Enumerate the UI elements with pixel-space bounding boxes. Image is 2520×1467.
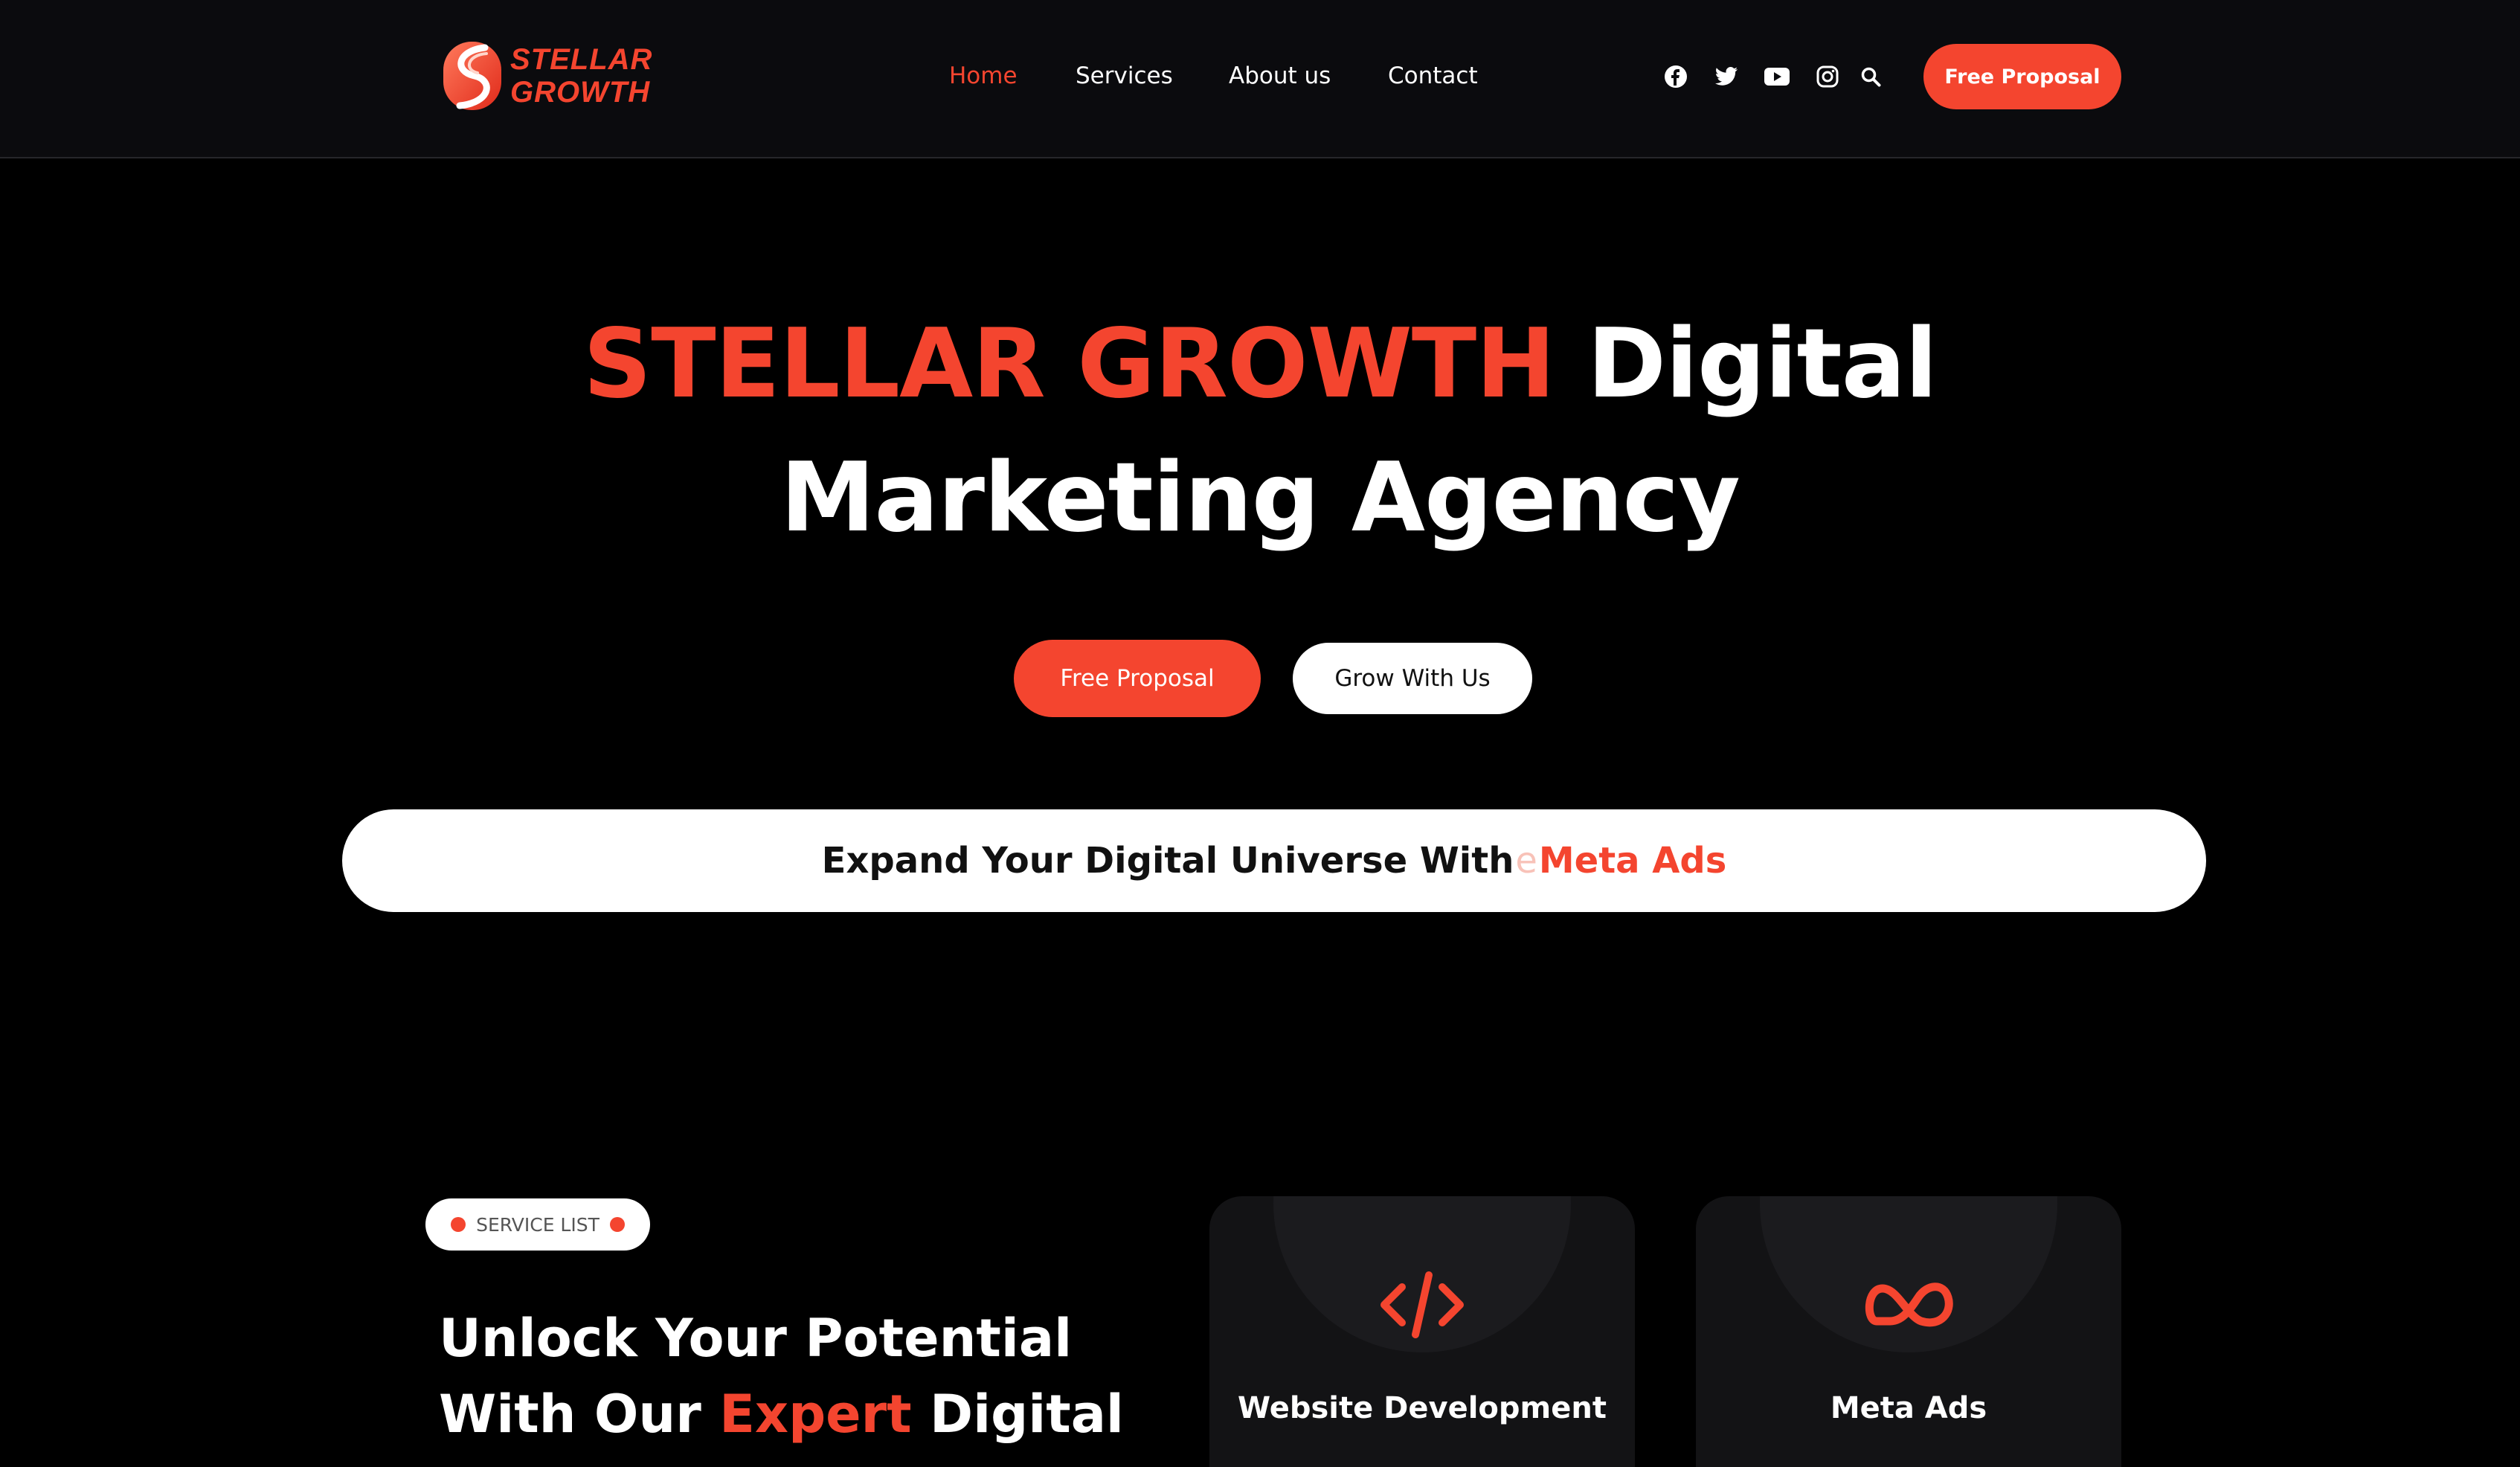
nav-item-services[interactable]: Services xyxy=(1076,57,1173,95)
services-heading-line1: Unlock Your Potential xyxy=(439,1308,1073,1369)
site-header: STELLAR GROWTH Home Services About us Co… xyxy=(0,0,2520,158)
ticker-prefix: Expand Your Digital Universe With xyxy=(821,840,1514,882)
youtube-icon[interactable] xyxy=(1760,60,1794,94)
facebook-icon[interactable] xyxy=(1659,60,1693,94)
twitter-icon[interactable] xyxy=(1709,60,1743,94)
brand-wordmark: STELLAR GROWTH xyxy=(510,43,652,109)
meta-icon xyxy=(1696,1268,2121,1349)
ticker-highlight: Meta Ads xyxy=(1538,840,1727,882)
hero-title-line1: STELLAR GROWTH Digital xyxy=(0,309,2520,420)
heading-line2-pre: With Our xyxy=(439,1384,701,1445)
card-label: Website Development xyxy=(1238,1391,1607,1425)
services-heading: Unlock Your Potential With Our Expert Di… xyxy=(439,1300,1124,1452)
ticker-fading-letter: e xyxy=(1515,840,1537,882)
card-label: Meta Ads xyxy=(1830,1391,1987,1425)
service-list-badge: SERVICE LIST xyxy=(425,1198,650,1251)
search-icon[interactable] xyxy=(1854,60,1888,94)
services-heading-line2: With Our Expert Digital xyxy=(439,1376,1124,1452)
hero-title-line2: Marketing Agency xyxy=(780,443,1740,553)
nav-item-contact[interactable]: Contact xyxy=(1388,57,1478,95)
code-icon xyxy=(1209,1268,1635,1349)
badge-label: SERVICE LIST xyxy=(476,1213,600,1236)
heading-line2-accent: Expert xyxy=(719,1384,912,1445)
grow-with-us-button[interactable]: Grow With Us xyxy=(1293,643,1532,714)
instagram-icon[interactable] xyxy=(1810,60,1845,94)
hero-free-proposal-button[interactable]: Free Proposal xyxy=(1014,640,1261,717)
service-card-meta-ads[interactable]: Meta Ads xyxy=(1696,1196,2121,1467)
brand-name-line2: GROWTH xyxy=(510,76,651,109)
stellar-growth-logo-icon xyxy=(443,42,501,110)
hero-title-accent: STELLAR GROWTH xyxy=(583,309,1555,420)
badge-dot-left xyxy=(451,1217,466,1232)
brand-name-line1: STELLAR xyxy=(510,43,653,76)
header-free-proposal-button[interactable]: Free Proposal xyxy=(1923,44,2121,109)
nav-item-about-us[interactable]: About us xyxy=(1229,57,1331,95)
brand-logo[interactable]: STELLAR GROWTH xyxy=(442,36,680,118)
badge-dot-right xyxy=(609,1217,625,1232)
service-ticker: Expand Your Digital Universe With e Meta… xyxy=(342,809,2206,912)
service-card-website-development[interactable]: Website Development xyxy=(1209,1196,1635,1467)
hero-title-rest: Digital xyxy=(1587,309,1938,420)
heading-line2-post: Digital xyxy=(930,1384,1124,1445)
nav-item-home[interactable]: Home xyxy=(949,57,1018,95)
